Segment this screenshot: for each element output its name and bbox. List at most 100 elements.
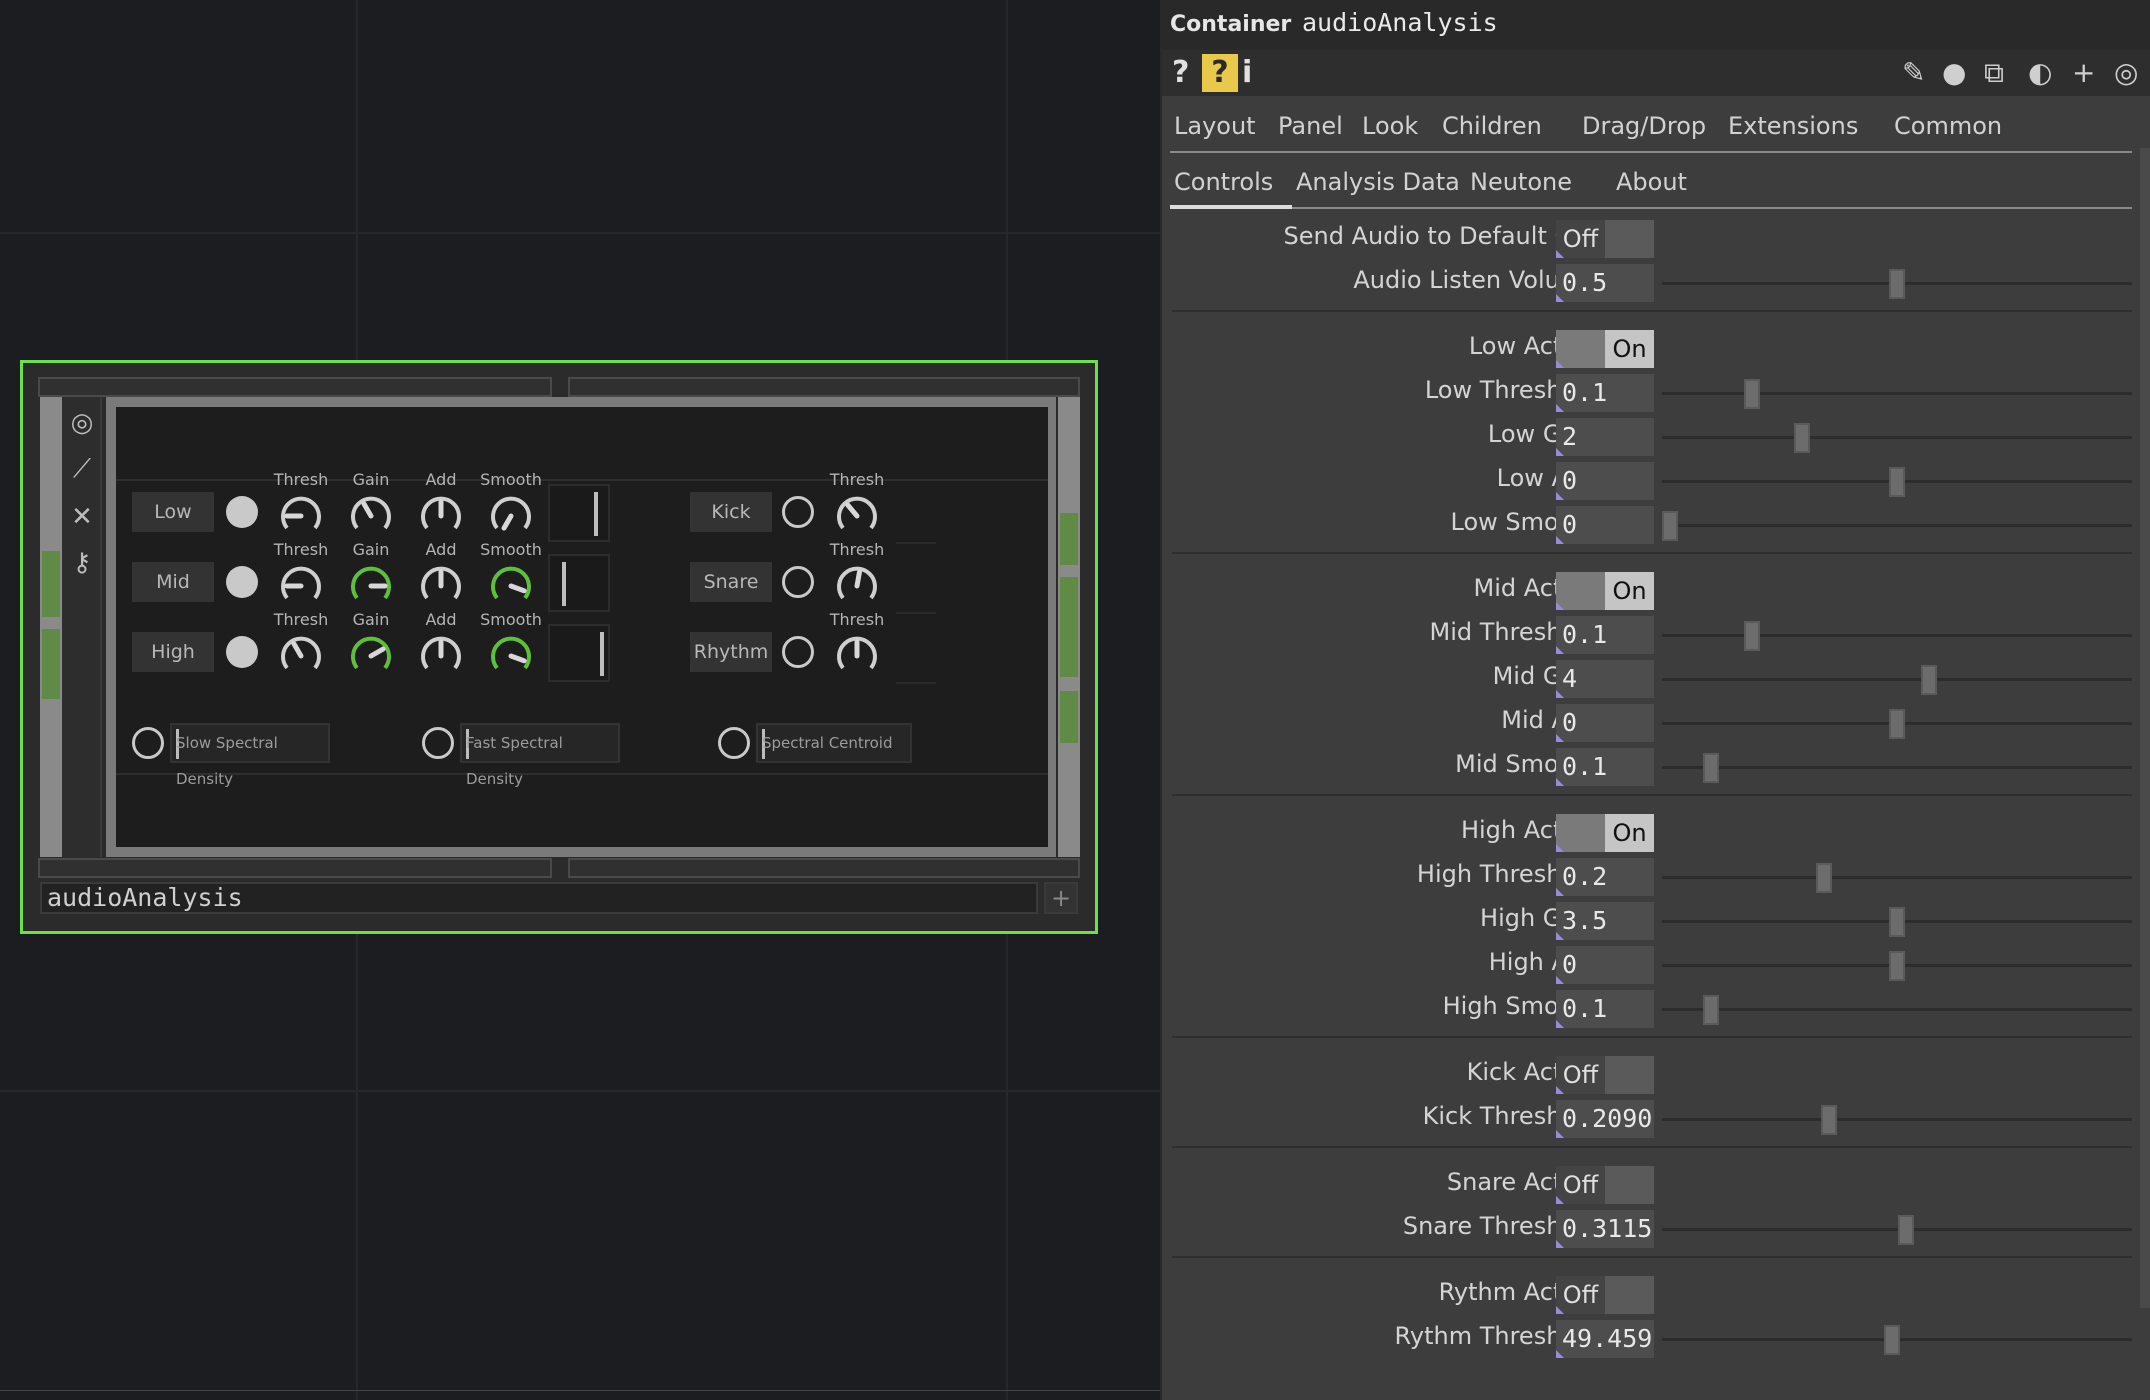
spectral-indicator[interactable] [422,727,454,759]
knob[interactable] [833,560,881,608]
slider-track[interactable] [1662,995,2132,1025]
info-icon[interactable]: i [1242,54,1252,92]
value-field[interactable]: 0.5 [1556,264,1654,302]
knob[interactable] [417,560,465,608]
slider-thumb[interactable] [1889,709,1905,739]
knob[interactable] [347,560,395,608]
comment-icon[interactable]: ● [1942,54,1966,92]
python-icon[interactable]: ◐ [2028,54,2052,92]
knob[interactable] [487,490,535,538]
slider-thumb[interactable] [1889,907,1905,937]
component-name-field[interactable]: audioAnalysis [40,882,1038,914]
target-icon[interactable]: ◎ [66,407,98,439]
lock-icon[interactable]: ⚷ [66,547,98,579]
toggle-button[interactable]: Off [1556,220,1654,258]
knob[interactable] [277,630,325,678]
tab-children[interactable]: Children [1442,112,1542,140]
knob[interactable] [487,560,535,608]
band-active-indicator[interactable] [226,636,258,668]
knob[interactable] [417,490,465,538]
knob[interactable] [487,630,535,678]
network-editor[interactable]: ◎ ⟋ ✕ ⚷ Low Thresh Gain Add Smooth Mid Thresh G… [0,0,1160,1400]
slider-thumb[interactable] [1898,1215,1914,1245]
value-field[interactable]: 0.2 [1556,858,1654,896]
slider-track[interactable] [1662,621,2132,651]
value-field[interactable]: 0.1 [1556,374,1654,412]
slider-thumb[interactable] [1703,995,1719,1025]
scrollbar[interactable] [2140,148,2150,1308]
tab-panel[interactable]: Panel [1278,112,1343,140]
knob[interactable] [277,490,325,538]
knob[interactable] [833,490,881,538]
band-label-low[interactable]: Low [132,492,214,532]
tab-neutone[interactable]: Neutone [1470,168,1572,196]
toggle-button[interactable]: On [1556,330,1654,368]
pencil-icon[interactable]: ✎ [1902,54,1925,92]
value-field[interactable]: 0 [1556,462,1654,500]
tab-controls[interactable]: Controls [1174,168,1273,196]
tab-about[interactable]: About [1616,168,1687,196]
spectral-indicator[interactable] [132,727,164,759]
slider-track[interactable] [1662,951,2132,981]
knob[interactable] [417,630,465,678]
band-label-mid[interactable]: Mid [132,562,214,602]
slider-thumb[interactable] [1884,1325,1900,1355]
toggle-button[interactable]: On [1556,572,1654,610]
panel-content[interactable]: Low Thresh Gain Add Smooth Mid Thresh Gain Add Sm… [116,407,1048,847]
slider-track[interactable] [1662,269,2132,299]
spectral-indicator[interactable] [718,727,750,759]
slider-track[interactable] [1662,753,2132,783]
target-icon[interactable]: ◎ [2114,54,2138,92]
value-field[interactable]: 49.459 [1556,1320,1654,1358]
slider-thumb[interactable] [1821,1105,1837,1135]
beat-indicator[interactable] [782,496,814,528]
add-icon[interactable]: + [2072,54,2095,92]
clone-icon[interactable]: ⧉ [1984,54,2004,92]
knob[interactable] [347,490,395,538]
knob[interactable] [347,630,395,678]
node-right-flag-bar[interactable] [1058,397,1080,857]
tab-drag-drop[interactable]: Drag/Drop [1582,112,1706,140]
slider-track[interactable] [1662,467,2132,497]
slider-thumb[interactable] [1816,863,1832,893]
slider-thumb[interactable] [1744,379,1760,409]
band-active-indicator[interactable] [226,566,258,598]
plus-icon[interactable]: + [1044,882,1078,914]
slider-track[interactable] [1662,1105,2132,1135]
slider-track[interactable] [1662,665,2132,695]
value-field[interactable]: 0.1 [1556,616,1654,654]
beat-indicator[interactable] [782,566,814,598]
pulse-icon[interactable]: ⟋ [66,453,98,485]
slider-track[interactable] [1662,863,2132,893]
slider-track[interactable] [1662,709,2132,739]
slider-track[interactable] [1662,1325,2132,1355]
value-field[interactable]: 0.3115 [1556,1210,1654,1248]
operator-name[interactable]: audioAnalysis [1302,8,1498,37]
tab-layout[interactable]: Layout [1174,112,1256,140]
value-field[interactable]: 2 [1556,418,1654,456]
toggle-button[interactable]: Off [1556,1276,1654,1314]
python-help-icon[interactable]: ? [1202,54,1238,92]
tab-extensions[interactable]: Extensions [1728,112,1858,140]
toggle-button[interactable]: Off [1556,1166,1654,1204]
value-field[interactable]: 3.5 [1556,902,1654,940]
close-icon[interactable]: ✕ [66,501,98,533]
node-left-flag-bar[interactable] [40,397,62,857]
slider-thumb[interactable] [1794,423,1810,453]
band-label-high[interactable]: High [132,632,214,672]
band-active-indicator[interactable] [226,496,258,528]
value-field[interactable]: 4 [1556,660,1654,698]
value-field[interactable]: 0 [1556,704,1654,742]
knob[interactable] [833,630,881,678]
beat-indicator[interactable] [782,636,814,668]
slider-thumb[interactable] [1889,269,1905,299]
slider-track[interactable] [1662,423,2132,453]
toggle-button[interactable]: Off [1556,1056,1654,1094]
beat-label-rhythm[interactable]: Rhythm [690,632,772,672]
slider-thumb[interactable] [1662,511,1678,541]
tab-analysis-data[interactable]: Analysis Data [1296,168,1460,196]
slider-thumb[interactable] [1889,467,1905,497]
toggle-button[interactable]: On [1556,814,1654,852]
slider-thumb[interactable] [1889,951,1905,981]
value-field[interactable]: 0 [1556,506,1654,544]
